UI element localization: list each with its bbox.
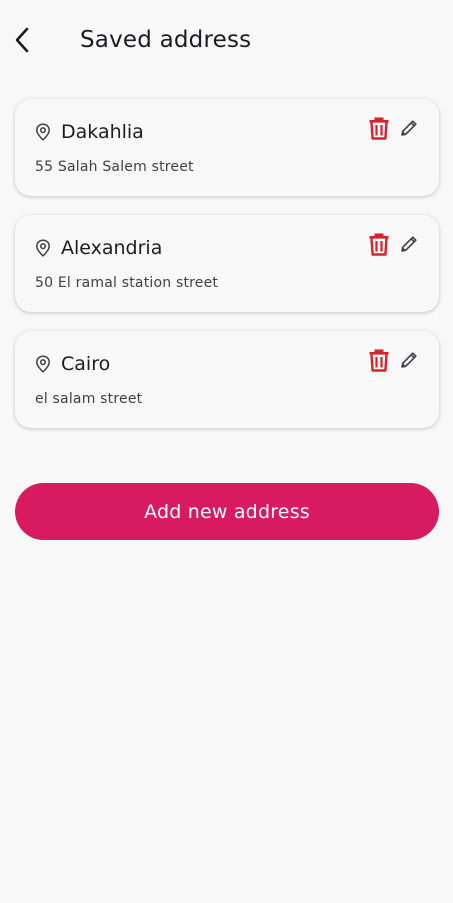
- delete-address-button[interactable]: [368, 232, 390, 256]
- address-street: 55 Salah Salem street: [35, 159, 194, 175]
- location-pin-icon: [36, 355, 50, 373]
- saved-address-screen: Saved address Dakahlia 55 Salah Salem st…: [0, 0, 453, 903]
- edit-address-button[interactable]: [399, 118, 419, 138]
- address-card[interactable]: Cairo el salam street: [15, 331, 439, 428]
- location-pin-icon: [36, 123, 50, 141]
- pencil-icon: [401, 120, 417, 136]
- address-city: Alexandria: [61, 237, 163, 259]
- edit-address-button[interactable]: [399, 234, 419, 254]
- pencil-icon: [401, 236, 417, 252]
- trash-icon: [369, 233, 389, 256]
- trash-icon: [369, 117, 389, 140]
- delete-address-button[interactable]: [368, 116, 390, 140]
- edit-address-button[interactable]: [399, 350, 419, 370]
- address-card[interactable]: Alexandria 50 El ramal station street: [15, 215, 439, 312]
- app-bar: Saved address: [0, 0, 453, 80]
- pencil-icon: [401, 352, 417, 368]
- trash-icon: [369, 349, 389, 372]
- location-pin-icon: [36, 239, 50, 257]
- address-city: Dakahlia: [61, 121, 144, 143]
- address-street: el salam street: [35, 391, 143, 407]
- page-title: Saved address: [80, 27, 252, 53]
- back-button[interactable]: [6, 22, 38, 58]
- address-card[interactable]: Dakahlia 55 Salah Salem street: [15, 99, 439, 196]
- address-city: Cairo: [61, 353, 111, 375]
- delete-address-button[interactable]: [368, 348, 390, 372]
- address-list: Dakahlia 55 Salah Salem street Alexandri…: [15, 99, 439, 447]
- chevron-left-icon: [15, 27, 29, 53]
- address-street: 50 El ramal station street: [35, 275, 219, 291]
- add-new-address-button[interactable]: Add new address: [15, 483, 439, 540]
